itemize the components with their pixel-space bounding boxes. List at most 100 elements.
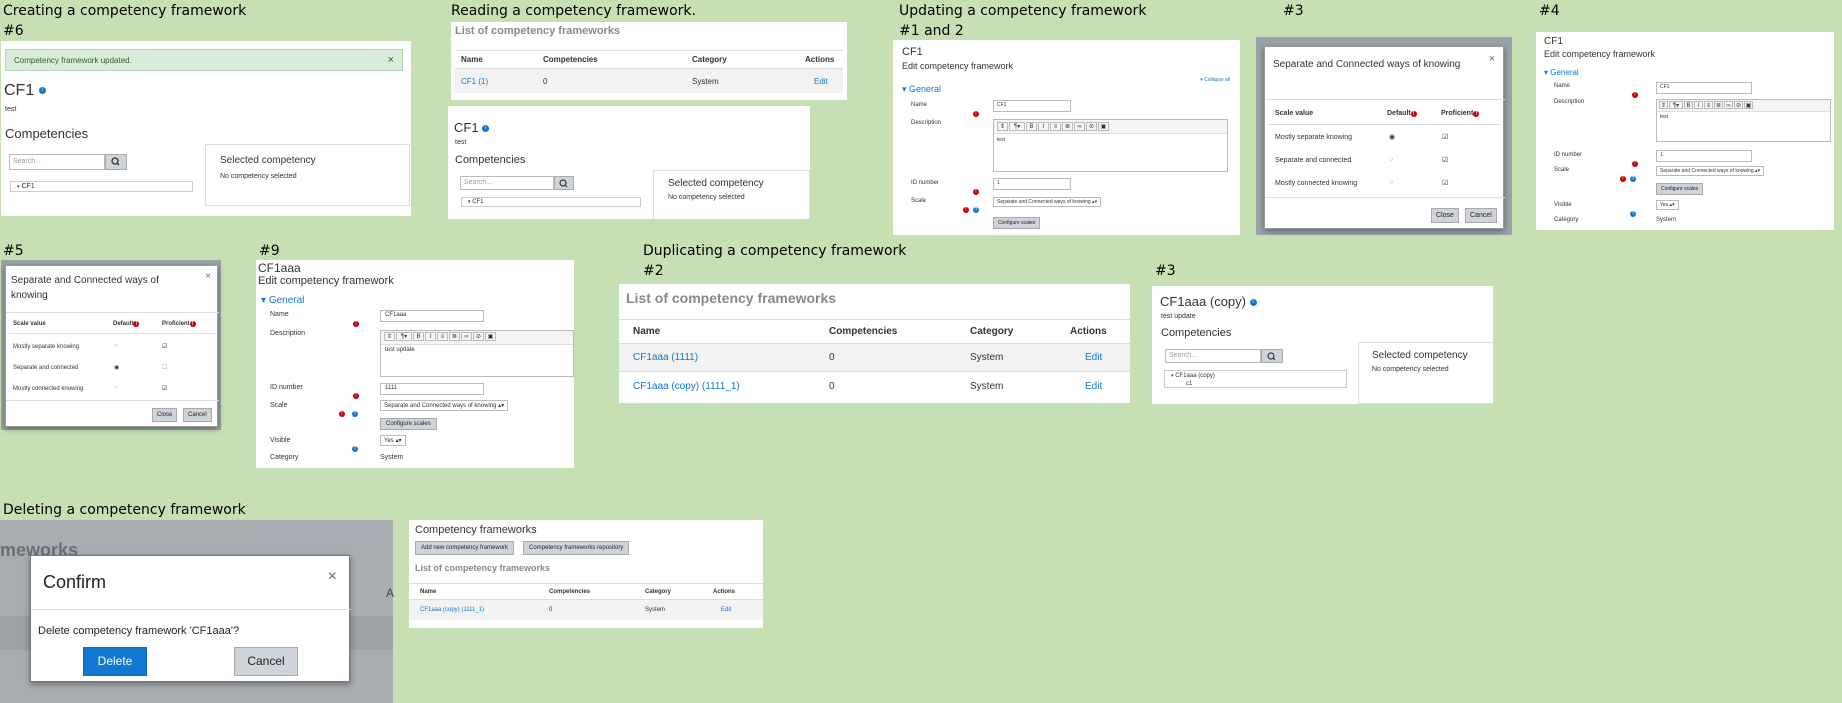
unlink-icon[interactable]: ⊘ [1734, 101, 1743, 109]
cancel-button[interactable]: Cancel [234, 647, 298, 676]
number-list-icon[interactable]: ≣ [1714, 101, 1723, 109]
idnumber-input[interactable]: 1111 [380, 383, 484, 395]
description-editor[interactable]: ⇕ ¶▾ B I ≡ ≣ ∞ ⊘ ▣ test [993, 119, 1228, 172]
framework-link[interactable]: CF1aaa (copy) (1111_1) [409, 607, 549, 613]
close-icon[interactable]: × [1489, 53, 1495, 65]
toggle-icon[interactable]: ⇕ [1659, 101, 1668, 109]
search-button[interactable] [1261, 349, 1283, 363]
proficient-checkbox[interactable]: ☑ [162, 343, 167, 350]
search-input[interactable]: Search... [460, 176, 554, 190]
search-input[interactable]: Search... [9, 154, 105, 170]
unlink-icon[interactable]: ⊘ [1086, 122, 1097, 131]
default-radio[interactable]: ○ [114, 385, 118, 391]
frameworks-repository-button[interactable]: Competency frameworks repository [523, 541, 630, 555]
configure-scales-button[interactable]: Configure scales [380, 418, 437, 430]
framework-link[interactable]: CF1aaa (1111) [619, 352, 829, 363]
proficient-checkbox[interactable]: ☑ [1442, 179, 1448, 187]
number-list-icon[interactable]: ≣ [449, 332, 460, 341]
idnumber-input[interactable]: 1 [993, 178, 1071, 190]
link-icon[interactable]: ∞ [1724, 101, 1733, 109]
bold-icon[interactable]: B [1684, 101, 1693, 109]
toggle-icon[interactable]: ⇕ [384, 332, 395, 341]
number-list-icon[interactable]: ≣ [1062, 122, 1073, 131]
link-icon[interactable]: ∞ [1074, 122, 1085, 131]
info-icon[interactable]: i [1249, 299, 1257, 307]
search-input[interactable]: Search... [1165, 349, 1261, 363]
cancel-button[interactable]: Cancel [1465, 208, 1497, 223]
scale-select[interactable]: Separate and Connected ways of knowing ▴… [380, 400, 509, 411]
default-radio[interactable]: ○ [1389, 156, 1393, 163]
help-icon[interactable]: ? [973, 198, 979, 216]
delete-button[interactable]: Delete [83, 647, 147, 676]
paragraph-icon[interactable]: ¶▾ [1009, 122, 1025, 131]
italic-icon[interactable]: I [425, 332, 436, 341]
paragraph-icon[interactable]: ¶▾ [1669, 101, 1683, 109]
proficient-checkbox[interactable]: ☑ [1442, 133, 1448, 141]
proficient-checkbox[interactable]: ☑ [1442, 156, 1448, 164]
visible-select[interactable]: Yes ▴▾ [380, 435, 406, 446]
bullet-list-icon[interactable]: ≡ [437, 332, 448, 341]
tree-item[interactable]: ▾ CF1aaa (copy) [1171, 372, 1340, 380]
info-icon[interactable]: i [38, 87, 46, 95]
search-button[interactable] [554, 176, 574, 190]
bold-icon[interactable]: B [413, 332, 424, 341]
help-icon[interactable]: ? [352, 402, 358, 420]
idnumber-input[interactable]: 1 [1656, 150, 1752, 162]
section-general[interactable]: ▾ General [261, 295, 304, 306]
edit-link[interactable]: Edit [805, 77, 828, 86]
description-editor[interactable]: ⇕ ¶▾ B I ≡ ≣ ∞ ⊘ ▣ test [1656, 99, 1831, 142]
image-icon[interactable]: ▣ [485, 332, 496, 341]
description-text[interactable]: test [1657, 112, 1830, 122]
competency-tree[interactable]: ▾ CF1aaa (copy) c1 [1164, 370, 1347, 388]
unlink-icon[interactable]: ⊘ [473, 332, 484, 341]
help-icon[interactable]: ? [352, 437, 358, 455]
edit-link[interactable]: Edit [713, 607, 731, 613]
italic-icon[interactable]: I [1694, 101, 1703, 109]
close-icon[interactable]: × [328, 568, 337, 586]
paragraph-icon[interactable]: ¶▾ [396, 332, 412, 341]
configure-scales-button[interactable]: Configure scales [993, 217, 1041, 229]
help-icon[interactable]: ? [1630, 167, 1636, 185]
configure-scales-button[interactable]: Configure scales [1656, 183, 1704, 195]
framework-link[interactable]: CF1 (1) [455, 77, 543, 86]
edit-link[interactable]: Edit [1070, 381, 1102, 392]
image-icon[interactable]: ▣ [1744, 101, 1753, 109]
edit-link[interactable]: Edit [1070, 352, 1102, 363]
proficient-checkbox[interactable]: ☐ [162, 364, 167, 371]
description-text[interactable]: test update [381, 345, 573, 355]
info-icon[interactable]: i [482, 125, 490, 133]
default-radio[interactable]: ◉ [1389, 133, 1395, 141]
toggle-icon[interactable]: ⇕ [997, 122, 1008, 131]
description-editor[interactable]: ⇕ ¶▾ B I ≡ ≣ ∞ ⊘ ▣ test update [380, 330, 574, 377]
close-button[interactable]: Close [1431, 208, 1459, 223]
close-button[interactable]: Close [152, 408, 178, 422]
section-general[interactable]: ▾ General [902, 84, 941, 95]
search-button[interactable] [105, 154, 127, 170]
default-radio[interactable]: ◉ [114, 364, 119, 371]
name-input[interactable]: CF1aaa [380, 310, 484, 322]
image-icon[interactable]: ▣ [1098, 122, 1109, 131]
name-input[interactable]: CF1 [993, 100, 1071, 112]
bold-icon[interactable]: B [1026, 122, 1037, 131]
link-icon[interactable]: ∞ [461, 332, 472, 341]
bullet-list-icon[interactable]: ≡ [1050, 122, 1061, 131]
alert-close-icon[interactable]: × [388, 54, 394, 66]
scale-select[interactable]: Separate and Connected ways of knowing ▴… [993, 197, 1102, 207]
collapse-all-link[interactable]: ▾ Collapse all [1200, 77, 1230, 83]
name-input[interactable]: CF1 [1656, 82, 1752, 94]
tree-item[interactable]: ▾ CF1 [461, 197, 641, 207]
add-framework-button[interactable]: Add new competency framework [415, 541, 515, 555]
tree-child-item[interactable]: c1 [1171, 380, 1340, 388]
framework-link[interactable]: CF1aaa (copy) (1111_1) [619, 381, 829, 392]
bullet-list-icon[interactable]: ≡ [1704, 101, 1713, 109]
default-radio[interactable]: ○ [114, 343, 118, 349]
proficient-checkbox[interactable]: ☑ [162, 385, 167, 392]
default-radio[interactable]: ○ [1389, 179, 1393, 186]
cancel-button[interactable]: Cancel [183, 408, 212, 422]
close-icon[interactable]: × [205, 271, 211, 282]
help-icon[interactable]: ? [1630, 202, 1636, 220]
section-general[interactable]: ▾ General [1544, 68, 1579, 77]
visible-select[interactable]: Yes ▴▾ [1656, 200, 1679, 210]
tree-item[interactable]: ▾ CF1 [10, 181, 193, 192]
scale-select[interactable]: Separate and Connected ways of knowing ▴… [1656, 166, 1765, 176]
